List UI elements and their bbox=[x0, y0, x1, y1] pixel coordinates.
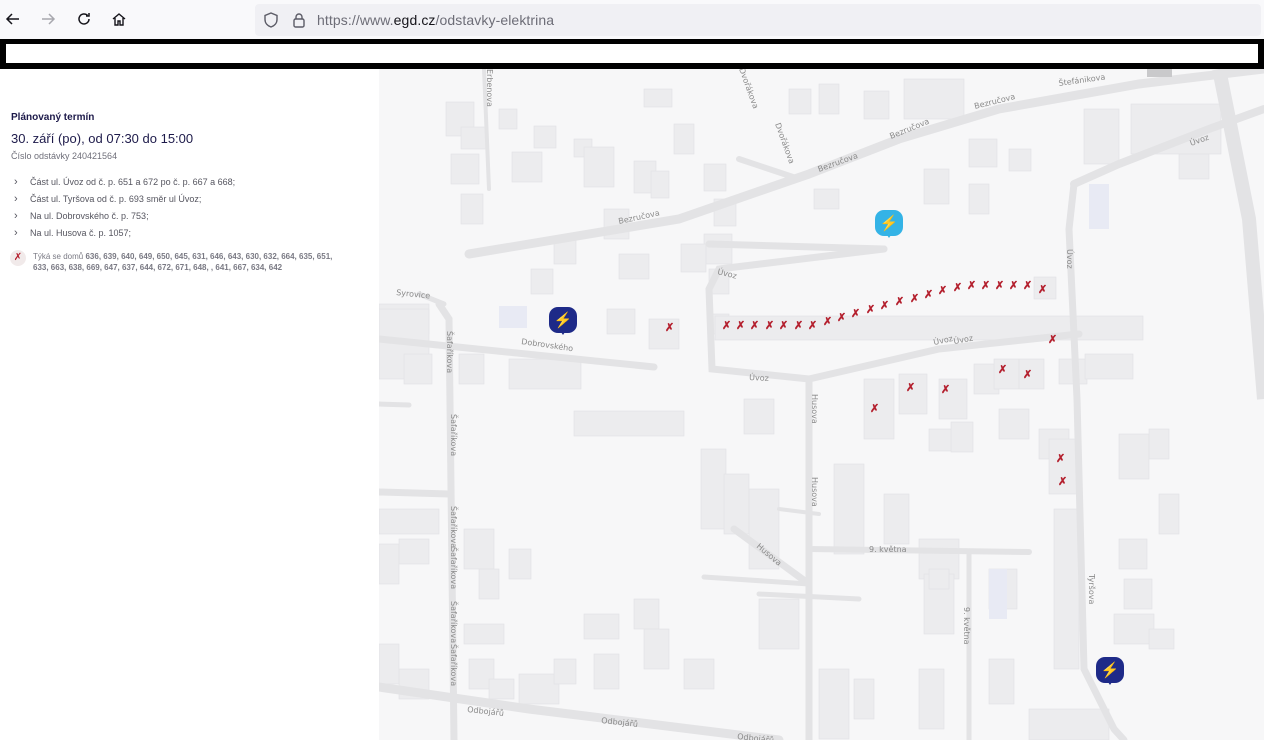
affected-house-mark-icon[interactable]: ✗ bbox=[736, 321, 745, 332]
street-label: Šafaříkova bbox=[449, 601, 460, 643]
affected-house-mark-icon[interactable]: ✗ bbox=[866, 305, 875, 316]
home-icon[interactable] bbox=[107, 7, 131, 31]
street-item[interactable]: › Na ul. Dobrovského č. p. 753; bbox=[14, 210, 235, 227]
map-canvas[interactable]: Bezručova Bezručova Bezručova Bezručova … bbox=[379, 69, 1264, 740]
outage-marker[interactable]: ⚡ bbox=[1096, 657, 1124, 687]
outage-marker[interactable]: ⚡ bbox=[875, 210, 903, 240]
street-label: Šafaříkova bbox=[449, 414, 460, 456]
url-text[interactable]: https://www.egd.cz/odstavky-elektrina bbox=[317, 12, 554, 28]
affected-house-mark-icon[interactable]: ✗ bbox=[1023, 370, 1032, 381]
affected-house-mark-icon[interactable]: ✗ bbox=[895, 297, 904, 308]
street-label: Šafaříkova bbox=[449, 644, 460, 686]
street-label: Erbenova bbox=[485, 69, 494, 107]
affected-house-mark-icon[interactable]: ✗ bbox=[808, 321, 817, 332]
outage-marker[interactable]: ⚡ bbox=[549, 307, 577, 337]
affected-house-mark-icon[interactable]: ✗ bbox=[779, 321, 788, 332]
lock-icon[interactable] bbox=[290, 11, 308, 29]
street-label: Úvoz bbox=[1065, 249, 1076, 269]
affected-house-mark-icon[interactable]: ✗ bbox=[851, 309, 860, 320]
affected-house-mark-icon[interactable]: ✗ bbox=[1038, 285, 1047, 296]
affected-house-mark-icon[interactable]: ✗ bbox=[941, 385, 950, 396]
street-label: Dobrovského bbox=[521, 336, 574, 353]
street-label: Šafaříkova bbox=[445, 331, 456, 373]
street-label: Šafaříkova bbox=[449, 547, 460, 589]
affected-house-mark-icon[interactable]: ✗ bbox=[870, 404, 879, 415]
outage-number: Číslo odstávky 240421564 bbox=[11, 151, 118, 161]
affected-house-mark-icon[interactable]: ✗ bbox=[924, 290, 933, 301]
browser-toolbar: https://www.egd.cz/odstavky-elektrina bbox=[0, 0, 1264, 39]
affected-house-mark-icon[interactable]: ✗ bbox=[665, 323, 674, 334]
affected-house-mark-icon[interactable]: ✗ bbox=[1058, 477, 1067, 488]
forward-arrow-icon[interactable] bbox=[36, 7, 60, 31]
affected-houses-text: Týká se domů 636, 639, 640, 649, 650, 64… bbox=[33, 252, 333, 272]
page-banner bbox=[0, 39, 1264, 69]
affected-house-mark-icon[interactable]: ✗ bbox=[1023, 281, 1032, 292]
affected-house-mark-icon[interactable]: ✗ bbox=[765, 321, 774, 332]
planned-term-heading: Plánovaný termín bbox=[11, 112, 95, 123]
street-label: Tyršova bbox=[1087, 573, 1097, 604]
street-item[interactable]: › Část ul. Úvoz od č. p. 651 a 672 po č. … bbox=[14, 176, 235, 193]
street-item[interactable]: › Na ul. Husova č. p. 1057; bbox=[14, 227, 235, 244]
outage-info-panel: Plánovaný termín 30. září (po), od 07:30… bbox=[0, 69, 379, 740]
street-label: Odbojářů bbox=[601, 715, 639, 729]
outage-map[interactable]: Bezručova Bezručova Bezručova Bezručova … bbox=[379, 69, 1264, 740]
affected-house-mark-icon[interactable]: ✗ bbox=[906, 383, 915, 394]
affected-house-mark-icon[interactable]: ✗ bbox=[967, 281, 976, 292]
building-dark bbox=[1147, 69, 1172, 77]
outage-date: 30. září (po), od 07:30 do 15:00 bbox=[11, 131, 194, 146]
street-label: Dvořákova bbox=[773, 122, 796, 165]
street-label: Syrovice bbox=[396, 288, 431, 301]
chevron-right-icon: › bbox=[14, 193, 18, 205]
affected-house-mark-icon[interactable]: ✗ bbox=[998, 365, 1007, 376]
affected-house-mark-icon[interactable]: ✗ bbox=[1056, 454, 1065, 465]
affected-house-mark-icon[interactable]: ✗ bbox=[722, 321, 731, 332]
street-item[interactable]: › Část ul. Tyršova od č. p. 693 směr ul Ú… bbox=[14, 193, 235, 210]
address-bar[interactable]: https://www.egd.cz/odstavky-elektrina bbox=[255, 4, 1261, 36]
street-label: Husova bbox=[810, 394, 819, 424]
back-arrow-icon[interactable] bbox=[1, 7, 25, 31]
street-list: › Část ul. Úvoz od č. p. 651 a 672 po č. … bbox=[14, 176, 235, 244]
street-label: 9. května bbox=[962, 607, 971, 645]
affected-house-mark-icon[interactable]: ✗ bbox=[794, 321, 803, 332]
street-label: 9. května bbox=[869, 545, 907, 554]
shield-icon[interactable] bbox=[262, 11, 280, 29]
street-label: Husova bbox=[810, 477, 819, 507]
street-label: Štefánikova bbox=[1058, 71, 1106, 88]
affected-house-mark-icon[interactable]: ✗ bbox=[1009, 281, 1018, 292]
chevron-right-icon: › bbox=[14, 176, 18, 188]
street-label: Dvořákova bbox=[737, 69, 760, 110]
affected-house-mark-icon[interactable]: ✗ bbox=[995, 281, 1004, 292]
banner-field bbox=[6, 44, 1258, 63]
chevron-right-icon: › bbox=[14, 210, 18, 222]
affected-house-mark-icon[interactable]: ✗ bbox=[938, 286, 947, 297]
affected-house-icon: ✗ bbox=[10, 250, 26, 266]
affected-house-mark-icon[interactable]: ✗ bbox=[823, 317, 832, 328]
affected-house-mark-icon[interactable]: ✗ bbox=[750, 321, 759, 332]
affected-house-mark-icon[interactable]: ✗ bbox=[953, 283, 962, 294]
street-label: Šafaříkova bbox=[449, 506, 460, 548]
affected-house-mark-icon[interactable]: ✗ bbox=[981, 281, 990, 292]
affected-house-mark-icon[interactable]: ✗ bbox=[1048, 335, 1057, 346]
reload-icon[interactable] bbox=[72, 7, 96, 31]
chevron-right-icon: › bbox=[14, 227, 18, 239]
affected-house-mark-icon[interactable]: ✗ bbox=[910, 294, 919, 305]
affected-house-mark-icon[interactable]: ✗ bbox=[837, 313, 846, 324]
affected-house-mark-icon[interactable]: ✗ bbox=[880, 301, 889, 312]
street-label: Bezručova bbox=[816, 150, 859, 174]
street-label: Odbojářů bbox=[737, 731, 775, 740]
